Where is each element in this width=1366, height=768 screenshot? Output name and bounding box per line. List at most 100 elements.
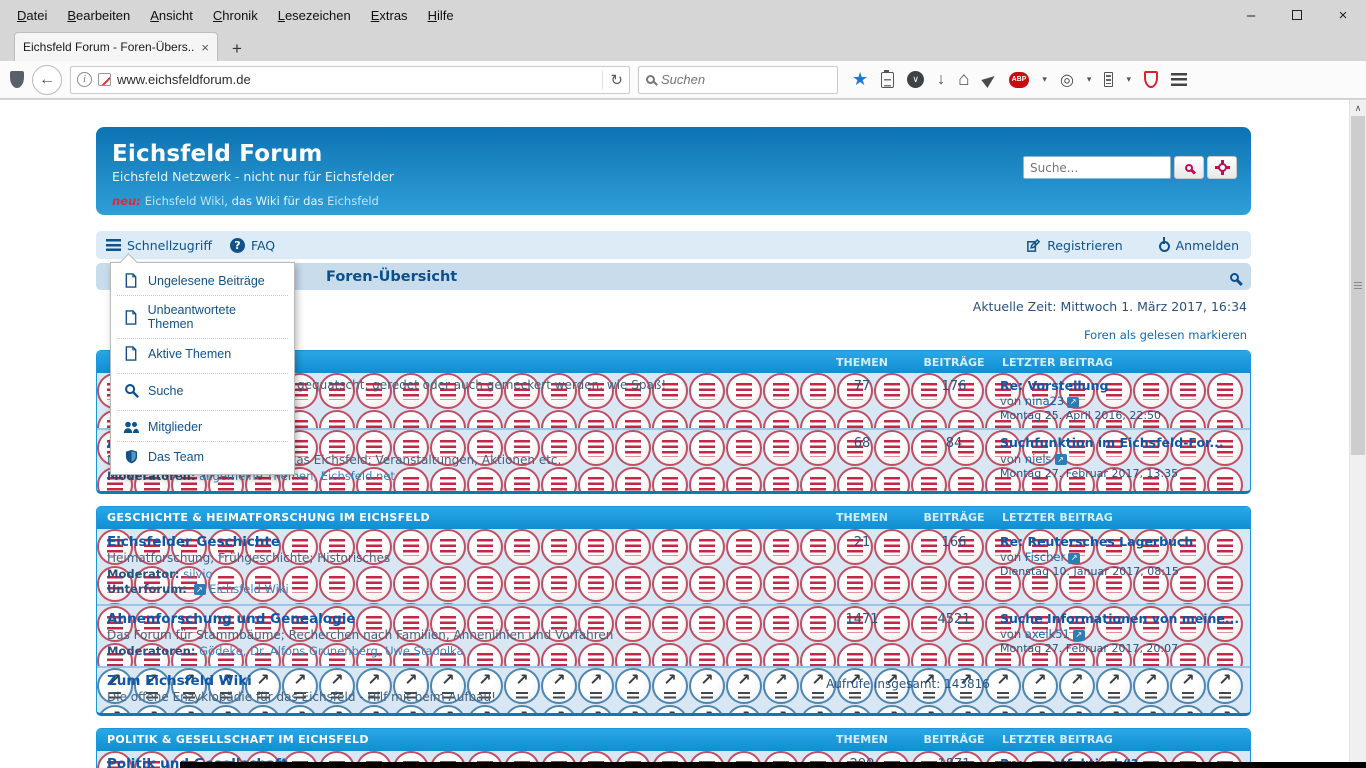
external-link-icon[interactable]: ↗ (1068, 553, 1080, 564)
last-post-cell: Suchfunktion im Eichsfeld-For... von nie… (1000, 430, 1250, 490)
forum-search (1023, 156, 1237, 179)
posts-count: 4521 (908, 606, 1000, 666)
menu-hilfe[interactable]: Hilfe (419, 4, 463, 27)
advanced-search-button[interactable] (1207, 156, 1237, 179)
menu-chronik[interactable]: Chronik (204, 4, 267, 27)
external-link-icon[interactable]: ↗ (1055, 454, 1067, 465)
col-beitraege: BEITRÄGE (908, 356, 1000, 369)
scrollbar-thumb[interactable] (1351, 116, 1365, 455)
mark-read-link[interactable]: Foren als gelesen markieren (1084, 328, 1247, 342)
forum-row[interactable]: Eichsfelder Geschichte Heimatforschung; … (97, 529, 1250, 604)
back-button[interactable]: ← (32, 65, 62, 95)
moderator-links[interactable]: Gödeke, Dr. Alfons Grunenberg, Uwe Stado… (199, 644, 463, 658)
menu-item-team[interactable]: Das Team (111, 442, 294, 471)
extension-dropdown-icon-2[interactable]: ▾ (1126, 74, 1131, 85)
minimize-button[interactable]: – (1228, 0, 1274, 30)
firefox-menu-icon[interactable] (1171, 73, 1187, 86)
scroll-up-button[interactable]: ∧ (1350, 100, 1366, 116)
vertical-scrollbar[interactable]: ∧ (1349, 100, 1366, 768)
topics-count: 21 (816, 529, 908, 604)
faq-link[interactable]: ? FAQ (230, 238, 275, 253)
new-tab-button[interactable]: + (222, 37, 252, 61)
menu-item-active-topics[interactable]: Aktive Themen (111, 339, 294, 368)
forum-search-button[interactable] (1174, 156, 1204, 179)
last-post-title[interactable]: Re: Vorstellung (1000, 378, 1244, 394)
menu-item-unread-posts[interactable]: Ungelesene Beiträge (111, 266, 294, 295)
menu-datei[interactable]: Datei (8, 4, 56, 27)
quick-links-dropdown: Ungelesene Beiträge Unbeantwortete Theme… (110, 262, 295, 475)
adblock-dropdown-icon[interactable]: ▾ (1042, 74, 1047, 85)
login-label: Anmelden (1176, 238, 1239, 253)
home-icon[interactable]: ⌂ (958, 69, 969, 91)
insecure-lock-icon[interactable] (98, 73, 111, 86)
wiki-link[interactable]: Eichsfeld Wiki (145, 194, 225, 208)
last-post-date: Montag 25. April 2016, 22:50 (1000, 409, 1244, 423)
browser-search-box[interactable] (638, 66, 838, 94)
last-post-title[interactable]: Suchfunktion im Eichsfeld-For... (1000, 435, 1244, 451)
url-input[interactable] (117, 72, 596, 87)
eichsfeld-link[interactable]: Eichsfeld (327, 194, 379, 208)
forum-row-title[interactable]: Ahnenforschung und Genealogie (107, 611, 808, 629)
maximize-button[interactable] (1274, 0, 1320, 30)
last-post-user[interactable]: Fischer (1025, 550, 1065, 564)
menu-lesezeichen[interactable]: Lesezeichen (269, 4, 360, 27)
site-info-icon[interactable]: i (77, 72, 92, 87)
menu-bearbeiten[interactable]: Bearbeiten (58, 4, 139, 27)
url-bar[interactable]: i ↻ (70, 66, 630, 94)
pocket-icon[interactable]: ∨ (907, 71, 924, 88)
bookmark-star-icon[interactable]: ★ (852, 69, 868, 90)
last-post-title[interactable]: Suche Informationen von meine... (1000, 611, 1244, 627)
external-link-icon[interactable]: ↗ (1073, 630, 1085, 641)
extension-dropdown-icon[interactable]: ▾ (1087, 74, 1092, 85)
total-views: Aufrufe insgesamt: 143816 (816, 668, 1000, 713)
subforum-link[interactable]: Eichsfeld Wiki (209, 582, 289, 596)
quick-links-button[interactable]: Schnellzugriff (106, 238, 212, 253)
reload-icon[interactable]: ↻ (602, 71, 623, 89)
tracking-shield-icon[interactable] (10, 71, 24, 88)
menu-item-unanswered-topics[interactable]: Unbeantwortete Themen (111, 296, 294, 338)
category-header: GESCHICHTE & HEIMATFORSCHUNG IM EICHSFEL… (97, 507, 1250, 529)
tab-bar: Eichsfeld Forum - Foren-Übers... × + (0, 30, 1366, 61)
last-post-user[interactable]: axelk51 (1025, 627, 1070, 641)
forum-header: Eichsfeld Forum Eichsfeld Netzwerk - nic… (96, 127, 1251, 215)
moderator-links[interactable]: silvio (183, 567, 212, 581)
menu-item-search[interactable]: Suche (111, 383, 294, 405)
forum-row[interactable]: Ahnenforschung und Genealogie Das Forum … (97, 604, 1250, 666)
send-tab-icon[interactable] (981, 72, 997, 88)
register-link[interactable]: Registrieren (1026, 238, 1122, 253)
toolbar-icons: ★ ∨ ↓ ⌂ ABP ▾ ◎ ▾ ▾ (852, 69, 1187, 91)
browser-search-input[interactable] (661, 72, 781, 87)
page-search-icon[interactable] (1230, 267, 1239, 286)
browser-menu-bar: Datei Bearbeiten Ansicht Chronik Lesezei… (0, 4, 463, 27)
tab-close-icon[interactable]: × (201, 40, 209, 55)
adguard-shield-icon[interactable] (1144, 71, 1158, 88)
col-themen: THEMEN (816, 356, 908, 369)
forum-link-row[interactable]: ↗↗↗↗↗↗↗↗↗↗↗↗↗↗↗↗↗↗↗↗↗↗↗↗↗↗↗↗↗↗↗↗↗↗↗↗↗↗↗↗… (97, 666, 1250, 713)
browser-tab[interactable]: Eichsfeld Forum - Foren-Übers... × (14, 32, 218, 61)
topics-count: 77 (816, 373, 908, 428)
breadcrumb[interactable]: Foren-Übersicht (326, 269, 457, 285)
screenshot-extension-icon[interactable]: ◎ (1060, 70, 1074, 90)
search-icon (1185, 164, 1193, 172)
forum-row-title[interactable]: Eichsfelder Geschichte (107, 534, 808, 552)
menu-item-members[interactable]: Mitglieder (111, 420, 294, 441)
adblock-plus-icon[interactable]: ABP (1009, 72, 1030, 88)
menu-extras[interactable]: Extras (362, 4, 417, 27)
last-post-user[interactable]: nina23 (1025, 394, 1064, 408)
external-link-icon[interactable]: ↗ (1067, 397, 1079, 408)
downloads-icon[interactable]: ↓ (937, 71, 945, 89)
extension-icon[interactable] (1104, 72, 1113, 87)
forum-announcement: neu:Eichsfeld Wiki, das Wiki für das Eic… (112, 194, 379, 208)
menu-ansicht[interactable]: Ansicht (141, 4, 202, 27)
browser-window: Datei Bearbeiten Ansicht Chronik Lesezei… (0, 0, 1366, 768)
close-window-button[interactable]: × (1320, 0, 1366, 30)
category-block: GESCHICHTE & HEIMATFORSCHUNG IM EICHSFEL… (96, 506, 1251, 716)
forum-search-input[interactable] (1023, 156, 1171, 179)
shield-icon (123, 449, 139, 464)
login-link[interactable]: Anmelden (1159, 238, 1239, 253)
reading-list-icon[interactable] (881, 72, 894, 88)
last-post-user[interactable]: niels (1025, 452, 1052, 466)
forum-row-title[interactable]: Zum Eichsfeld Wiki (107, 673, 808, 691)
last-post-title[interactable]: Re: Reutersches Lagerbuch (1000, 534, 1244, 550)
menu-item-label: Suche (148, 384, 183, 398)
